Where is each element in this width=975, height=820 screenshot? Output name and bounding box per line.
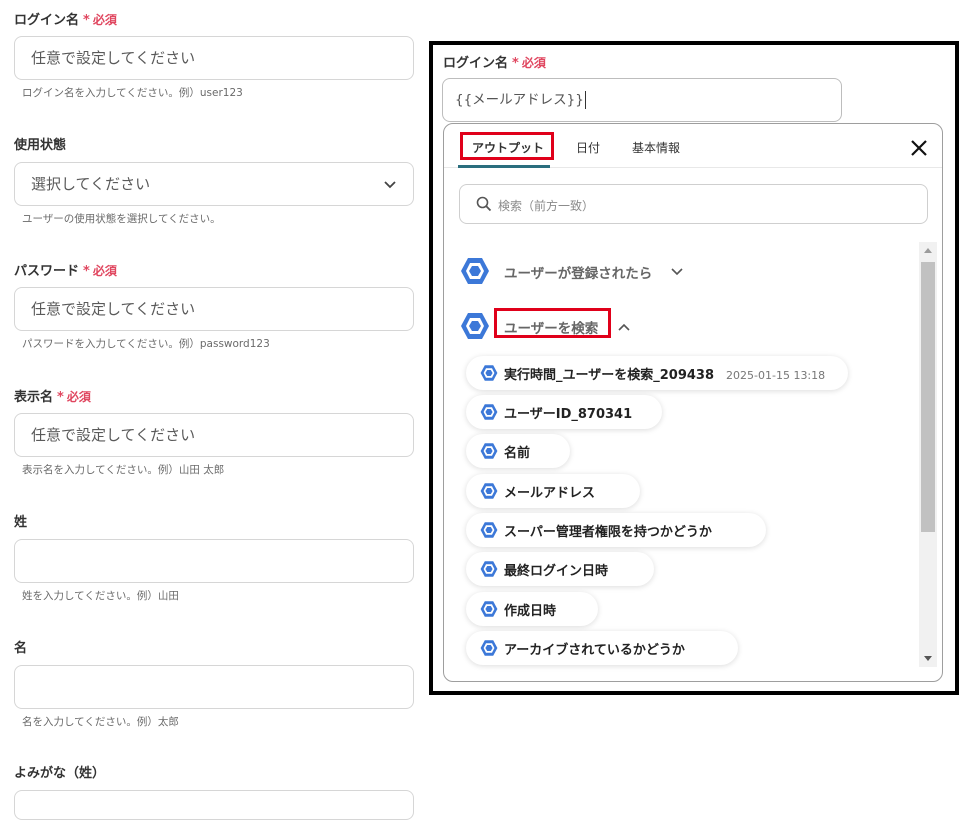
usage-status-select[interactable]: 選択してください [14,162,414,206]
field-hint: 姓を入力してください。例）山田 [22,590,179,602]
variable-item[interactable]: ユーザーID_870341 [466,395,662,429]
last-name-input[interactable] [14,539,414,583]
display-name-input[interactable]: 任意で設定してください [14,413,414,457]
field-label: 表示名 * 必須 [14,390,91,405]
field-last-name: 姓 姓を入力してください。例）山田 [14,513,414,602]
search-icon [476,196,492,212]
chevron-down-icon [671,268,683,276]
login-name-variable-input[interactable]: {{メールアドレス}} [442,78,842,122]
tab-date[interactable]: 日付 [576,139,600,156]
field-hint: ユーザーの使用状態を選択してください。 [22,213,221,225]
hexagon-app-icon [480,522,498,538]
group-search-user[interactable]: ユーザーを検索 [460,311,660,341]
variable-label: 名前 [504,446,531,461]
field-hint: 名を入力してください。例）太郎 [22,716,179,728]
hexagon-app-icon [480,640,498,656]
login-name-input[interactable]: 任意で設定してください [14,36,414,80]
field-label: 使用状態 [14,138,67,153]
hexagon-app-icon [480,561,498,577]
required-badge: * 必須 [57,390,91,405]
active-tab-indicator [458,165,550,168]
variable-item[interactable]: 作成日時 [466,592,598,626]
group-user-registered[interactable]: ユーザーが登録されたら [460,256,700,286]
tab-basic-info[interactable]: 基本情報 [632,139,680,156]
panel-field-label: ログイン名 * 必須 [443,56,546,71]
field-login-name: ログイン名 * 必須 任意で設定してください ログイン名を入力してください。例）us… [14,10,414,99]
furigana-last-input[interactable] [14,790,414,820]
scroll-down-arrow-icon[interactable] [924,656,932,661]
scrollbar-thumb[interactable] [921,262,935,532]
variable-label: メールアドレス [504,486,596,501]
variable-label: 最終ログイン日時 [504,564,609,579]
hexagon-app-icon [480,404,498,420]
field-label: 姓 [14,515,28,530]
close-icon[interactable] [908,137,930,159]
field-label: 名 [14,641,28,656]
variable-item[interactable]: アーカイブされているかどうか [466,631,738,665]
tab-bar: アウトプット 日付 基本情報 [444,124,942,168]
required-badge: * 必須 [83,13,117,28]
hexagon-app-icon [480,601,498,617]
required-badge: * 必須 [83,264,117,279]
variable-picker-panel: ログイン名 * 必須 {{メールアドレス}} アウトプット 日付 基本情報 検索（前… [429,41,959,695]
field-label: よみがな（姓） [14,766,106,781]
field-hint: 表示名を入力してください。例）山田 太郎 [22,464,225,476]
chevron-down-icon [384,181,396,189]
variable-label: スーパー管理者権限を持つかどうか [504,525,712,540]
variable-label: ユーザーID_870341 [504,407,633,422]
search-placeholder: 検索（前方一致） [498,199,595,213]
variable-search-input[interactable]: 検索（前方一致） [459,184,928,224]
tab-output[interactable]: アウトプット [472,139,544,156]
scroll-up-arrow-icon[interactable] [924,248,932,253]
field-usage-status: 使用状態 選択してください ユーザーの使用状態を選択してください。 [14,136,414,225]
select-value: 選択してください [31,175,151,193]
field-display-name: 表示名 * 必須 任意で設定してください 表示名を入力してください。例）山田 太郎 [14,387,414,476]
field-label: ログイン名 * 必須 [14,13,117,28]
group-name: ユーザーが登録されたら [504,266,653,282]
required-badge: * 必須 [512,56,546,71]
field-label: パスワード * 必須 [14,264,117,279]
hexagon-app-icon [461,313,489,339]
field-first-name: 名 名を入力してください。例）太郎 [14,639,414,728]
variable-item[interactable]: 実行時間_ユーザーを検索_209438 2025-01-15 13:18 [466,356,848,390]
variable-label: 作成日時 [504,604,557,619]
field-password: パスワード * 必須 任意で設定してください パスワードを入力してください。例）pa… [14,261,414,350]
variable-label: アーカイブされているかどうか [504,643,685,658]
variable-timestamp: 2025-01-15 13:18 [726,369,826,382]
variable-item[interactable]: スーパー管理者権限を持つかどうか [466,513,766,547]
field-furigana-last: よみがな（姓） [14,764,414,820]
variable-label: 実行時間_ユーザーを検索_209438 2025-01-15 13:18 [504,368,826,383]
variable-dropdown: アウトプット 日付 基本情報 検索（前方一致） ユーザーが登録されたら ユーザー… [443,123,943,682]
group-name: ユーザーを検索 [504,321,599,337]
text-caret [584,91,586,109]
field-hint: ログイン名を入力してください。例）user123 [22,87,243,99]
variable-item[interactable]: メールアドレス [466,474,640,508]
hexagon-app-icon [480,443,498,459]
scrollbar[interactable] [919,242,937,667]
password-input[interactable]: 任意で設定してください [14,287,414,331]
hexagon-app-icon [480,483,498,499]
hexagon-app-icon [480,365,498,381]
first-name-input[interactable] [14,665,414,709]
field-hint: パスワードを入力してください。例）password123 [22,338,270,350]
variable-item[interactable]: 名前 [466,434,570,468]
chevron-up-icon [618,323,630,331]
hexagon-app-icon [461,258,489,284]
variable-item[interactable]: 最終ログイン日時 [466,552,654,586]
